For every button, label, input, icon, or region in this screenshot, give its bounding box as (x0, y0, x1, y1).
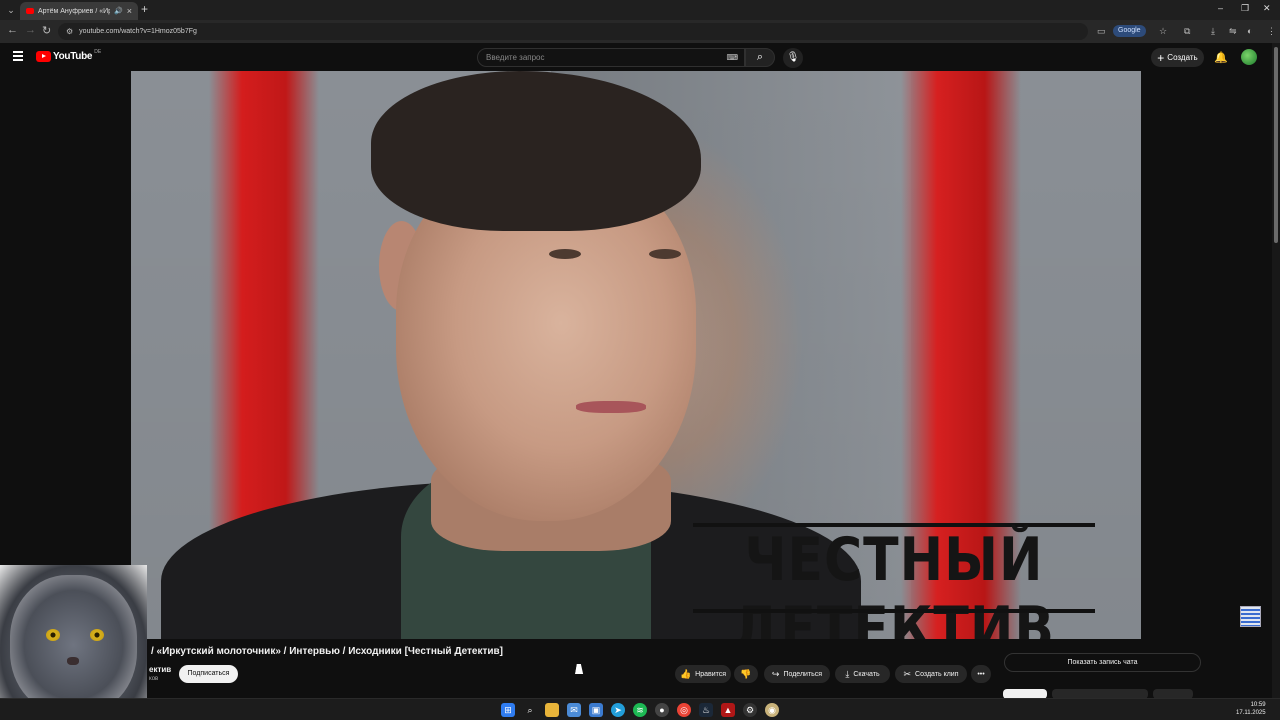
chrome-icon[interactable]: ◎ (677, 703, 691, 717)
telegram-icon[interactable]: ➤ (611, 703, 625, 717)
site-info-icon[interactable]: ⚙ (66, 27, 73, 36)
like-button[interactable]: 👍 Нравится (675, 665, 731, 683)
window-close-icon[interactable]: ✕ (1263, 3, 1271, 14)
address-bar[interactable]: ⚙ youtube.com/watch?v=1Hmoz05b7Fg (58, 23, 1088, 40)
cat-nose (67, 657, 79, 665)
account-avatar[interactable] (1241, 49, 1257, 65)
spotify-icon[interactable]: ≋ (633, 703, 647, 717)
left-eye (549, 249, 581, 259)
right-eye (649, 249, 681, 259)
back-icon[interactable]: ← (7, 24, 18, 36)
downloads-icon[interactable]: ⤓ (1211, 26, 1215, 37)
url-text: youtube.com/watch?v=1Hmoz05b7Fg (79, 28, 197, 35)
close-tab-icon[interactable]: × (127, 6, 132, 16)
cat-right-eye (90, 629, 104, 641)
file-explorer-icon[interactable] (545, 703, 559, 717)
youtube-wordmark: YouTube (53, 51, 93, 62)
app-settings-icon[interactable]: ⚙ (743, 703, 757, 717)
download-label: Скачать (853, 670, 880, 678)
bookmark-star-icon[interactable]: ☆ (1159, 26, 1167, 37)
browser-toolbar: ← → ↻ ⚙ youtube.com/watch?v=1Hmoz05b7Fg (0, 20, 1280, 43)
plus-icon: + (1157, 50, 1165, 65)
search-icon: ⌕ (756, 51, 764, 63)
region-code: DE (94, 48, 102, 55)
microphone-icon: 🎙 (786, 52, 800, 63)
voice-search-button[interactable]: 🎙 (783, 48, 803, 68)
install-app-icon[interactable]: ▭ (1097, 26, 1106, 37)
maximize-icon[interactable]: ❐ (1241, 3, 1249, 14)
more-icon: ••• (977, 670, 985, 678)
steam-icon[interactable]: ♨ (699, 703, 713, 717)
download-button[interactable]: ⤓ Скачать (835, 665, 890, 683)
cat-fur (10, 575, 137, 715)
youtube-play-icon (36, 51, 51, 62)
browser-tab[interactable]: Артём Ануфриев / «Иркут 🔊 × (20, 2, 138, 20)
clock-time: 10:59 (1250, 702, 1266, 708)
app-red-icon[interactable]: ▲ (721, 703, 735, 717)
search-input[interactable]: Введите запрос ⌨ (477, 48, 745, 67)
notifications-bell-icon[interactable]: 🔔 (1214, 51, 1228, 64)
tab-title: Артём Ануфриев / «Иркут (38, 7, 110, 15)
google-lens-chip[interactable]: Google (1113, 25, 1146, 37)
obs-icon[interactable]: ● (655, 703, 669, 717)
youtube-header: YouTube DE Введите запрос ⌨ ⌕ 🎙 + Создат… (0, 43, 1272, 71)
show-logo-text: ЧЕСТНЫЙ ДЕТЕКТИВ (733, 526, 1055, 639)
youtube-favicon-icon (26, 8, 34, 14)
forward-icon[interactable]: → (25, 24, 36, 36)
download-icon: ⤓ (845, 668, 850, 679)
overlay-widget-icon[interactable] (1240, 606, 1261, 627)
windows-taskbar: ⊞ ⌕ ✉ ▣ ➤ ≋ ● ◎ ♨ ▲ ⚙ ◉ 10:59 17.11.2025 (0, 698, 1280, 720)
search-button[interactable]: ⌕ (745, 48, 775, 67)
system-clock[interactable]: 10:59 17.11.2025 (1236, 701, 1266, 717)
tab-search-icon[interactable]: ⌄ (4, 3, 18, 17)
mail-icon[interactable]: ✉ (567, 703, 581, 717)
page-scrollbar[interactable] (1272, 43, 1280, 698)
new-tab-button[interactable]: + (141, 2, 148, 16)
profile-icon[interactable]: ◐ (1247, 26, 1252, 36)
store-icon[interactable]: ▣ (589, 703, 603, 717)
youtube-logo[interactable]: YouTube DE (36, 48, 102, 62)
more-actions-button[interactable]: ••• (971, 665, 991, 683)
show-chat-replay-button[interactable]: Показать запись чата (1004, 653, 1201, 672)
minimize-icon[interactable]: – (1218, 3, 1223, 13)
channel-name[interactable]: ектив (149, 665, 171, 674)
extensions-icon[interactable]: ⧉ (1184, 26, 1190, 37)
thumbs-down-icon: 👎 (740, 668, 752, 679)
video-player[interactable]: ЧЕСТНЫЙ ДЕТЕКТИВ (131, 71, 1141, 639)
create-label: Создать (1167, 53, 1198, 62)
share-button[interactable]: ↪ Поделиться (764, 665, 830, 683)
cast-icon[interactable]: ⇋ (1229, 26, 1237, 37)
keyboard-icon[interactable]: ⌨ (726, 53, 738, 62)
cat-left-eye (46, 629, 60, 641)
share-label: Поделиться (783, 670, 823, 678)
create-button[interactable]: + Создать (1151, 48, 1204, 67)
menu-icon[interactable] (13, 51, 23, 63)
browser-tab-strip: ⌄ Артём Ануфриев / «Иркут 🔊 × + – ❐ ✕ (0, 0, 1280, 20)
mouth (576, 401, 646, 413)
browser-menu-icon[interactable]: ⋮ (1267, 26, 1276, 37)
show-logo-overlay: ЧЕСТНЫЙ ДЕТЕКТИВ (693, 523, 1095, 639)
webcam-overlay-cat (0, 565, 147, 720)
reload-icon[interactable]: ↻ (42, 24, 51, 37)
clock-date: 17.11.2025 (1236, 710, 1266, 716)
search-placeholder: Введите запрос (486, 53, 545, 62)
thumbs-up-icon: 👍 (679, 668, 692, 679)
taskbar-search-icon[interactable]: ⌕ (523, 703, 537, 717)
logo-rule-bottom (693, 609, 1095, 613)
subscribe-button[interactable]: Подписаться (179, 665, 238, 683)
scissors-icon: ✂ (903, 668, 912, 679)
clip-label: Создать клип (915, 670, 959, 678)
speaker-icon[interactable]: 🔊 (114, 7, 123, 15)
scrollbar-thumb[interactable] (1274, 47, 1278, 243)
video-title: / «Иркутский молоточник» / Интервью / Ис… (151, 646, 503, 657)
channel-subscribers: ков (149, 676, 159, 682)
clip-button[interactable]: ✂ Создать клип (895, 665, 967, 683)
mouse-cursor (575, 664, 585, 674)
share-icon: ↪ (771, 668, 780, 679)
start-windows-icon[interactable]: ⊞ (501, 703, 515, 717)
dislike-button[interactable]: 👎 (734, 665, 758, 683)
like-label: Нравится (695, 670, 727, 678)
app-yellow-icon[interactable]: ◉ (765, 703, 779, 717)
